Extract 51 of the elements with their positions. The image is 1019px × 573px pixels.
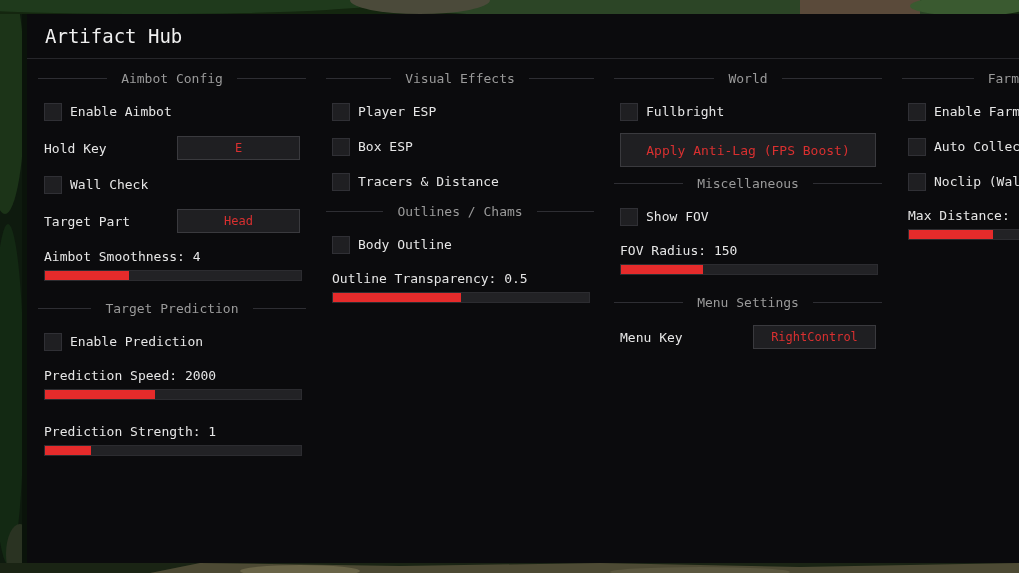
keybind-button[interactable]: RightControl	[753, 325, 876, 349]
section-title: Target Prediction	[105, 300, 239, 316]
checkbox[interactable]	[44, 102, 62, 121]
checkbox[interactable]	[332, 137, 350, 156]
checkbox-label: Tracers & Distance	[358, 174, 499, 189]
slider-track[interactable]	[44, 389, 302, 400]
slider-label: Aimbot Smoothness: 4	[44, 249, 201, 264]
checkbox[interactable]	[908, 102, 926, 121]
checkbox-label: Enable Prediction	[70, 334, 204, 349]
checkbox-label: Box ESP	[358, 139, 413, 154]
setting-label: Hold Key	[44, 140, 107, 156]
checkbox-label: Enable Aimbot	[70, 104, 172, 119]
checkbox-label: Fullbright	[646, 104, 725, 119]
keybind-button[interactable]: E	[177, 136, 300, 160]
checkbox-label: Enable Farm	[934, 104, 1019, 119]
checkbox-label: Show FOV	[646, 209, 709, 224]
checkbox[interactable]	[332, 102, 350, 121]
section-title: Menu Settings	[697, 294, 799, 310]
slider-track[interactable]	[44, 270, 302, 281]
checkbox-label: Player ESP	[358, 104, 437, 119]
checkbox[interactable]	[332, 235, 350, 254]
section-title: Outlines / Chams	[397, 203, 523, 219]
slider-track[interactable]	[44, 445, 302, 456]
slider-label: FOV Radius: 150	[620, 243, 738, 258]
slider-label: Outline Transparency: 0.5	[332, 271, 528, 286]
checkbox[interactable]	[332, 172, 350, 191]
slider-track[interactable]	[332, 292, 590, 303]
slider-track[interactable]	[620, 264, 878, 275]
keybind-button[interactable]: Head	[177, 209, 300, 233]
action-button[interactable]: Apply Anti-Lag (FPS Boost)	[620, 133, 876, 167]
setting-label: Menu Key	[620, 329, 683, 345]
checkbox[interactable]	[44, 175, 62, 194]
checkbox-label: Auto Collec	[934, 139, 1019, 154]
slider-label: Max Distance:	[908, 208, 1010, 223]
slider-label: Prediction Speed: 2000	[44, 368, 217, 383]
checkbox-label: Body Outline	[358, 237, 452, 252]
setting-label: Target Part	[44, 213, 131, 229]
section-title: Miscellaneous	[697, 175, 799, 191]
checkbox[interactable]	[908, 172, 926, 191]
section-title: Visual Effects	[405, 70, 515, 86]
checkbox[interactable]	[620, 207, 638, 226]
section-title: Aimbot Config	[121, 70, 223, 86]
checkbox-label: Wall Check	[70, 177, 149, 192]
checkbox[interactable]	[620, 102, 638, 121]
checkbox[interactable]	[44, 332, 62, 351]
window-title: Artifact Hub	[45, 25, 183, 47]
section-title: World	[728, 70, 768, 86]
slider-label: Prediction Strength: 1	[44, 424, 217, 439]
section-title: Farm	[987, 70, 1019, 86]
checkbox-label: Noclip (Wal	[934, 174, 1019, 189]
checkbox[interactable]	[908, 137, 926, 156]
